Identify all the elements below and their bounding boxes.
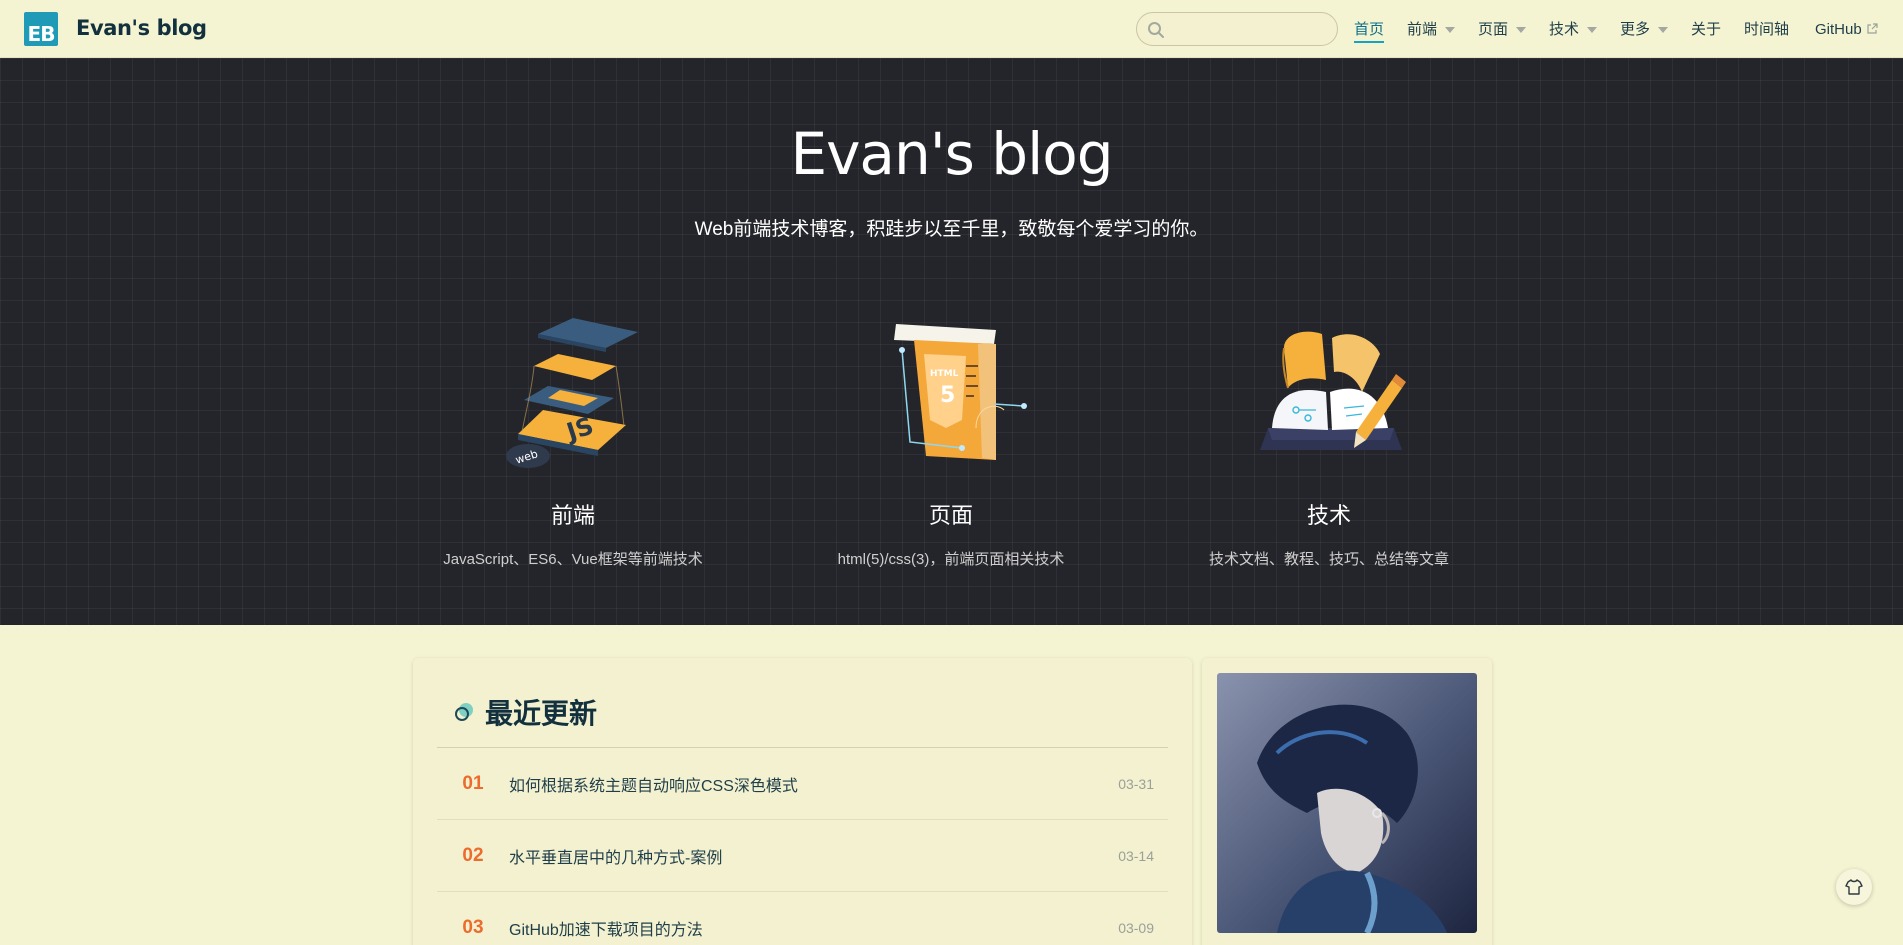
feature-desc: JavaScript、ES6、Vue框架等前端技术 xyxy=(443,551,703,568)
post-date: 03-14 xyxy=(1118,847,1154,864)
svg-text:5: 5 xyxy=(940,383,955,408)
chevron-down-icon xyxy=(1516,27,1527,34)
feature-title: 前端 xyxy=(550,503,595,528)
feature-title: 技术 xyxy=(1306,503,1351,528)
book-pencil-icon xyxy=(1260,331,1406,450)
site-name[interactable]: Evan's blog xyxy=(76,16,207,40)
nav-pages[interactable]: 页面 xyxy=(1478,20,1527,40)
nav-home[interactable]: 首页 xyxy=(1354,20,1385,43)
theme-toggle-button[interactable] xyxy=(1836,869,1872,905)
feature-pages[interactable]: HTML 5 页面 html(5)/css(3)，前端页面相关技术 xyxy=(761,310,1141,569)
feature-desc: html(5)/css(3)，前端页面相关技术 xyxy=(837,551,1065,568)
post-number: 02 xyxy=(462,844,484,866)
post-title[interactable]: GitHub加速下载项目的方法 xyxy=(509,916,1094,940)
nav-github[interactable]: GitHub xyxy=(1815,20,1878,40)
post-title[interactable]: 如何根据系统主题自动响应CSS深色模式 xyxy=(509,772,1094,796)
js-layers-icon: JS web xyxy=(506,318,638,468)
post-number: 03 xyxy=(462,916,484,938)
nav-frontend-label: 前端 xyxy=(1407,21,1438,38)
feature-title: 页面 xyxy=(928,503,973,528)
external-link-icon xyxy=(1867,23,1878,34)
hero-title: Evan's blog xyxy=(790,120,1113,188)
nav-timeline[interactable]: 时间轴 xyxy=(1744,20,1789,40)
feature-frontend[interactable]: JS web 前端 JavaScript、ES6、Vue框架等前端技术 xyxy=(383,310,763,569)
svg-text:HTML: HTML xyxy=(930,369,959,379)
search-icon xyxy=(1148,22,1164,38)
post-date: 03-09 xyxy=(1118,919,1154,936)
nav-frontend[interactable]: 前端 xyxy=(1407,20,1456,40)
nav-more-label: 更多 xyxy=(1620,21,1651,38)
nav-pages-label: 页面 xyxy=(1478,21,1509,38)
search-box[interactable] xyxy=(1136,12,1338,46)
list-item[interactable]: 03 GitHub加速下载项目的方法 03-09 xyxy=(437,892,1168,945)
list-item[interactable]: 02 水平垂直居中的几种方式-案例 03-14 xyxy=(437,820,1168,892)
avatar xyxy=(1217,673,1477,933)
hero-subtitle: Web前端技术博客，积跬步以至千里，致敬每个爱学习的你。 xyxy=(694,219,1209,240)
tshirt-icon xyxy=(1845,879,1863,895)
chevron-down-icon xyxy=(1587,27,1598,34)
section-header: 最近更新 xyxy=(453,692,597,732)
logo-text: EB xyxy=(27,22,56,46)
section-title: 最近更新 xyxy=(485,698,598,729)
list-item[interactable]: 01 如何根据系统主题自动响应CSS深色模式 03-31 xyxy=(437,748,1168,820)
search-input[interactable] xyxy=(1169,19,1329,41)
blogger-card xyxy=(1202,658,1492,945)
post-number: 01 xyxy=(462,772,484,794)
recent-updates-card: 最近更新 01 如何根据系统主题自动响应CSS深色模式 03-31 02 水平垂… xyxy=(413,658,1192,945)
chevron-down-icon xyxy=(1658,27,1669,34)
nav-more[interactable]: 更多 xyxy=(1620,20,1669,40)
feature-desc: 技术文档、教程、技巧、总结等文章 xyxy=(1208,551,1449,568)
top-navbar: EB Evan's blog 首页 前端 页面 技术 更多 关于 时间轴 Git… xyxy=(0,0,1903,58)
avatar-illustration xyxy=(1217,673,1477,933)
feature-tech[interactable]: 技术 技术文档、教程、技巧、总结等文章 xyxy=(1139,310,1519,569)
hero-banner: Evan's blog Web前端技术博客，积跬步以至千里，致敬每个爱学习的你。… xyxy=(0,58,1903,625)
nav-github-label: GitHub xyxy=(1815,21,1862,38)
chevron-down-icon xyxy=(1445,27,1456,34)
nav-about[interactable]: 关于 xyxy=(1691,20,1721,40)
post-title[interactable]: 水平垂直居中的几种方式-案例 xyxy=(509,844,1094,868)
html5-page-icon: HTML 5 xyxy=(894,324,1027,460)
nav-tech-label: 技术 xyxy=(1549,21,1580,38)
nav-tech[interactable]: 技术 xyxy=(1549,20,1598,40)
post-date: 03-31 xyxy=(1118,775,1154,792)
site-logo[interactable]: EB xyxy=(24,12,58,46)
recent-updates-icon xyxy=(455,703,473,721)
